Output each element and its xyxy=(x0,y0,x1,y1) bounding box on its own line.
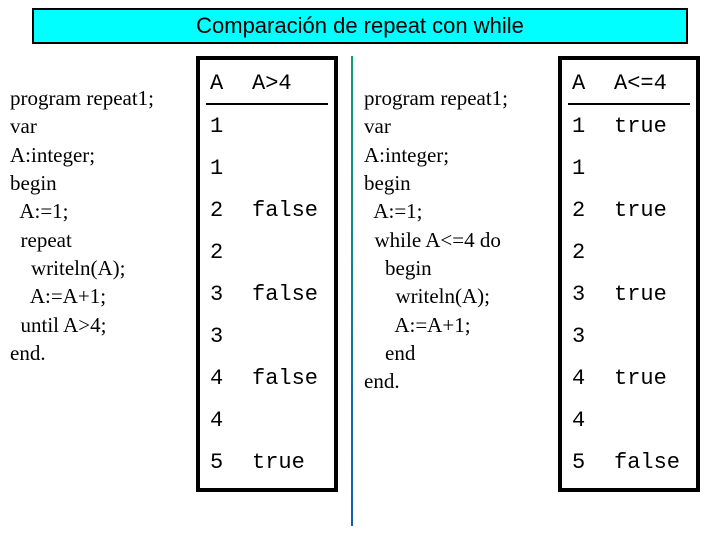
left-header-cond: A>4 xyxy=(248,62,328,104)
cell-r xyxy=(248,146,328,188)
left-column: program repeat1; var A:integer; begin A:… xyxy=(6,56,360,530)
left-header-a: A xyxy=(206,62,248,104)
cell-a: 4 xyxy=(206,398,248,440)
cell-r xyxy=(248,104,328,146)
right-column: program repeat1; var A:integer; begin A:… xyxy=(360,56,714,530)
cell-r: true xyxy=(610,188,690,230)
cell-a: 4 xyxy=(568,398,610,440)
cell-a: 1 xyxy=(568,104,610,146)
table-row: 5false xyxy=(568,440,690,482)
cell-r: true xyxy=(610,272,690,314)
cell-a: 3 xyxy=(206,314,248,356)
table-row: 1 xyxy=(206,104,328,146)
cell-r: false xyxy=(248,356,328,398)
cell-r xyxy=(248,314,328,356)
table-row: 2false xyxy=(206,188,328,230)
table-row: 3true xyxy=(568,272,690,314)
cell-a: 4 xyxy=(206,356,248,398)
table-row: 4false xyxy=(206,356,328,398)
right-header-a: A xyxy=(568,62,610,104)
page-title: Comparación de repeat con while xyxy=(32,8,688,44)
cell-a: 3 xyxy=(568,314,610,356)
content-columns: program repeat1; var A:integer; begin A:… xyxy=(6,56,714,530)
right-trace-table: A A<=4 1true 1 2true 2 3true 3 4true 4 5… xyxy=(568,62,690,482)
cell-r xyxy=(248,230,328,272)
cell-r xyxy=(610,230,690,272)
table-row: 1 xyxy=(568,146,690,188)
left-code-block: program repeat1; var A:integer; begin A:… xyxy=(6,56,196,367)
cell-a: 1 xyxy=(206,104,248,146)
table-row: 1true xyxy=(568,104,690,146)
cell-a: 3 xyxy=(206,272,248,314)
table-row: 2true xyxy=(568,188,690,230)
left-trace-table: A A>4 1 1 2false 2 3false 3 4false 4 5tr… xyxy=(206,62,328,482)
table-row: 3 xyxy=(206,314,328,356)
table-row: 4 xyxy=(568,398,690,440)
cell-r xyxy=(610,398,690,440)
cell-r: false xyxy=(248,272,328,314)
left-trace-table-wrap: A A>4 1 1 2false 2 3false 3 4false 4 5tr… xyxy=(196,56,338,492)
cell-a: 4 xyxy=(568,356,610,398)
cell-a: 2 xyxy=(206,188,248,230)
cell-a: 3 xyxy=(568,272,610,314)
cell-r: true xyxy=(248,440,328,482)
cell-r: false xyxy=(248,188,328,230)
cell-a: 5 xyxy=(206,440,248,482)
right-trace-table-wrap: A A<=4 1true 1 2true 2 3true 3 4true 4 5… xyxy=(558,56,700,492)
cell-a: 5 xyxy=(568,440,610,482)
table-row: 2 xyxy=(206,230,328,272)
table-row: 4true xyxy=(568,356,690,398)
cell-a: 2 xyxy=(568,188,610,230)
cell-a: 2 xyxy=(206,230,248,272)
right-header-cond: A<=4 xyxy=(610,62,690,104)
table-row: 4 xyxy=(206,398,328,440)
table-row: 2 xyxy=(568,230,690,272)
table-row: 3 xyxy=(568,314,690,356)
cell-a: 1 xyxy=(568,146,610,188)
table-row: 3false xyxy=(206,272,328,314)
cell-a: 1 xyxy=(206,146,248,188)
cell-r xyxy=(610,146,690,188)
right-code-block: program repeat1; var A:integer; begin A:… xyxy=(360,56,558,396)
cell-r: true xyxy=(610,104,690,146)
cell-r xyxy=(248,398,328,440)
table-row: 5true xyxy=(206,440,328,482)
cell-r xyxy=(610,314,690,356)
table-row: 1 xyxy=(206,146,328,188)
cell-a: 2 xyxy=(568,230,610,272)
cell-r: false xyxy=(610,440,690,482)
cell-r: true xyxy=(610,356,690,398)
